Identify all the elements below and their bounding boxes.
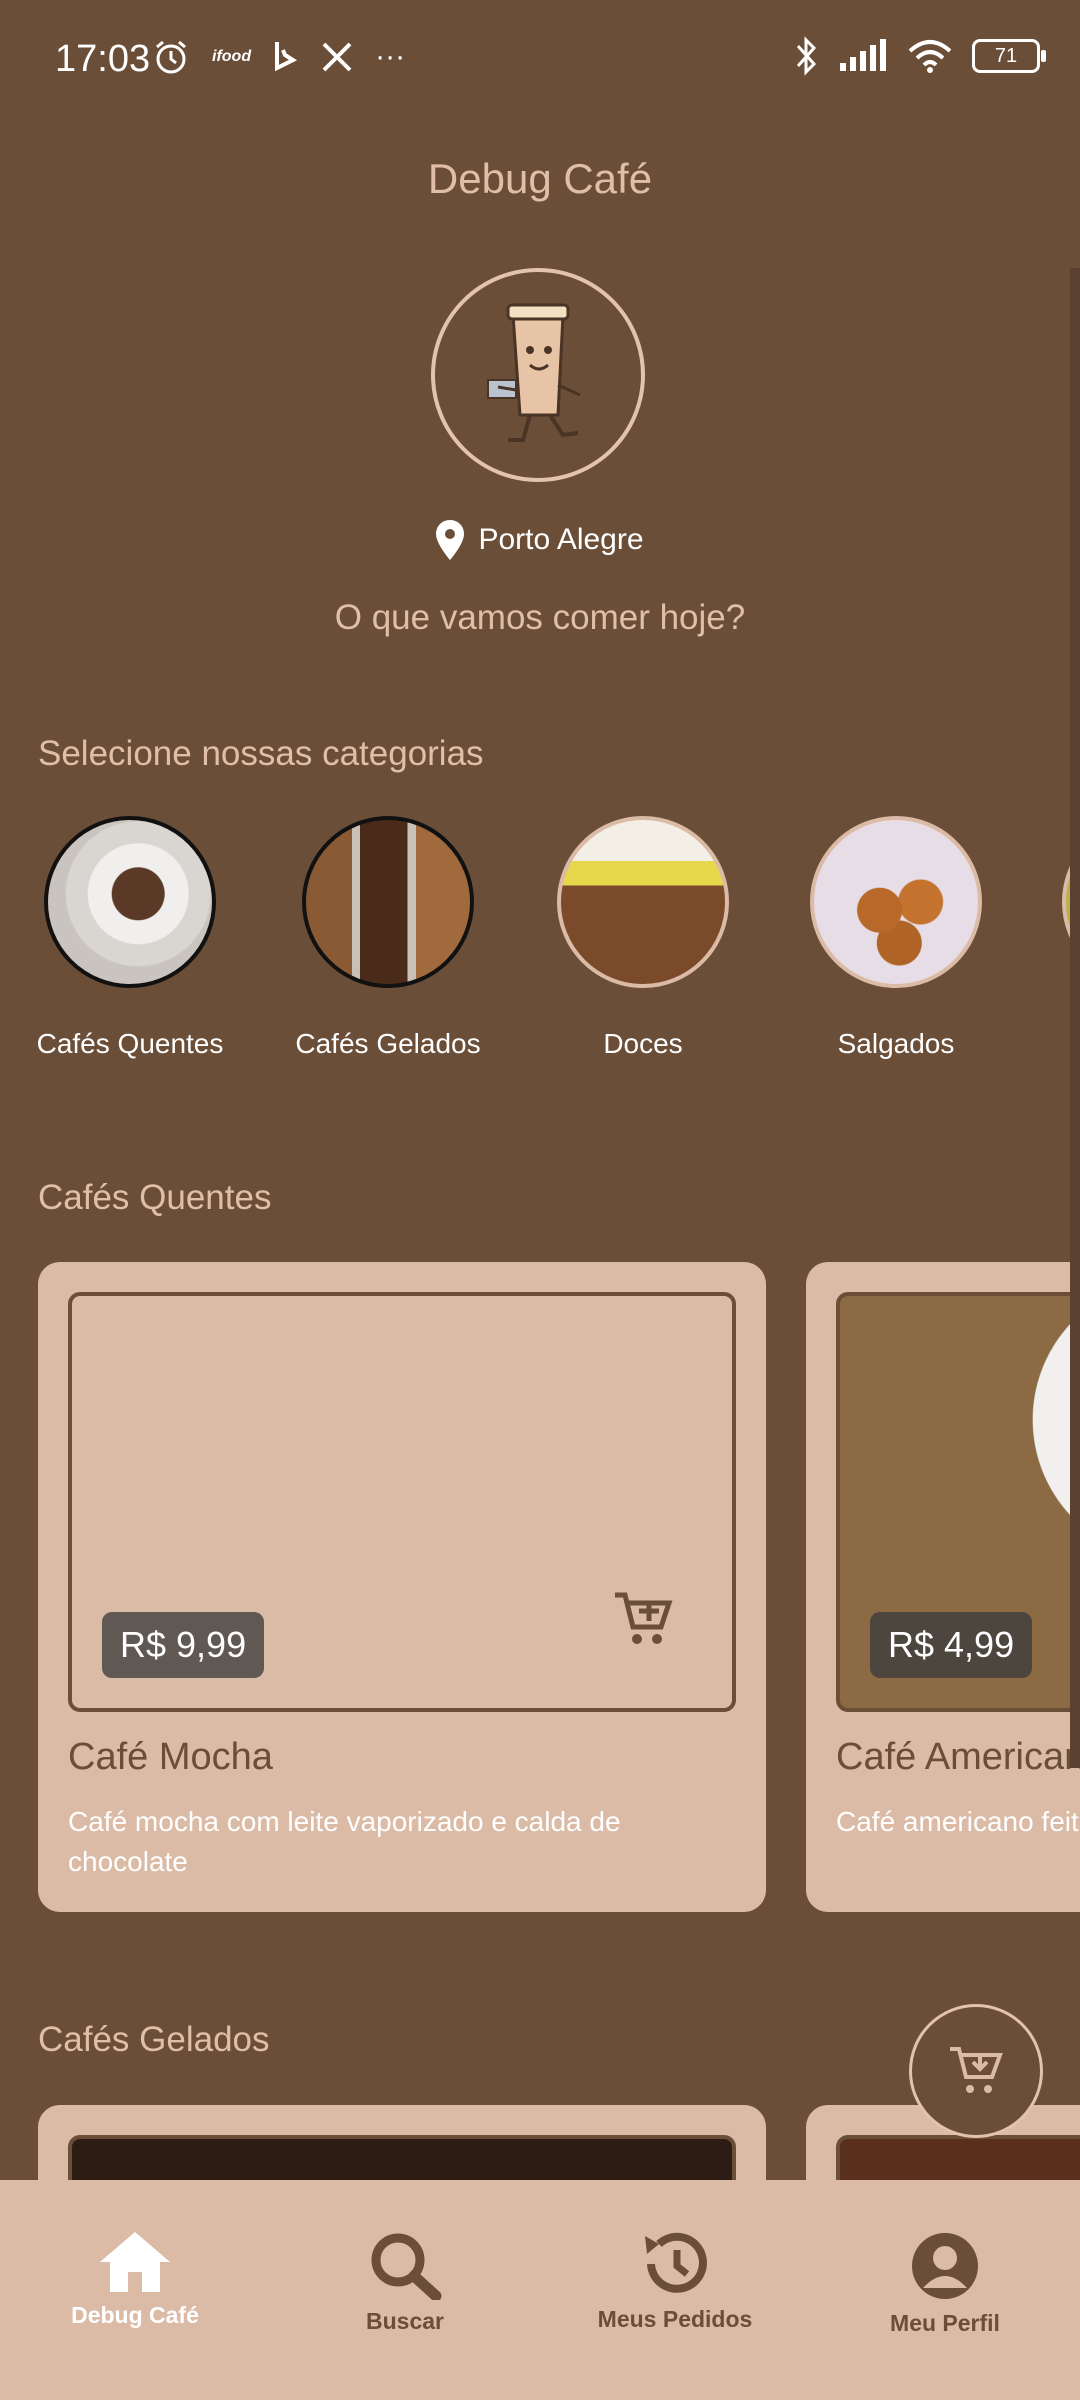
nav-label: Debug Café	[71, 2302, 199, 2328]
product-name: Café Americano	[836, 1736, 1080, 1778]
product-card[interactable]: R$ 4,99 Café Americano Café americano fe…	[806, 1262, 1080, 1912]
bing-icon	[275, 42, 298, 72]
history-icon	[645, 2232, 707, 2293]
status-time: 17:03	[55, 38, 151, 80]
bottom-navigation: Debug Café Buscar Meus Pedidos Meu Perfi…	[0, 2180, 1080, 2400]
product-image: R$ 4,99	[836, 1292, 1080, 1712]
product-card[interactable]: R$ 9,99 Café Mocha Café mocha com leite …	[38, 1262, 766, 1912]
iced-coffees-title: Cafés Gelados	[38, 2020, 270, 2059]
category-label: Cafés Quentes	[36, 1028, 224, 1059]
product-name: Café Mocha	[68, 1736, 273, 1778]
sweets-image	[557, 816, 729, 988]
system-icons: 71	[794, 36, 1046, 76]
alarm-icon	[156, 40, 186, 74]
bluetooth-icon	[796, 36, 817, 76]
category-cafes-quentes[interactable]: Cafés Quentes	[30, 816, 230, 1060]
add-to-cart-button[interactable]	[584, 1560, 702, 1678]
battery-level: 71	[994, 44, 1018, 67]
x-icon	[322, 42, 352, 72]
category-label: Doces	[603, 1028, 683, 1059]
hot-coffee-image	[44, 816, 216, 988]
iced-coffee-image	[302, 816, 474, 988]
nav-search[interactable]: Buscar	[270, 2180, 540, 2400]
search-icon	[371, 2233, 442, 2300]
cart-download-icon	[950, 2047, 1003, 2093]
mascot-logo	[431, 268, 645, 482]
welcome-question: O que vamos comer hoje?	[334, 598, 746, 637]
price-tag: R$ 9,99	[102, 1612, 265, 1678]
category-label: Cafés Gelados	[295, 1028, 481, 1059]
cart-fab-button[interactable]	[909, 2004, 1043, 2138]
categories-title: Selecione nossas categorias	[38, 734, 484, 773]
app-title: Debug Café	[427, 155, 653, 202]
profile-icon	[912, 2233, 978, 2299]
home-icon	[100, 2232, 170, 2292]
notification-icons: ifood ···	[152, 38, 405, 76]
hot-coffees-title: Cafés Quentes	[38, 1178, 272, 1217]
category-cafes-gelados[interactable]: Cafés Gelados	[288, 816, 488, 1060]
savory-image	[810, 816, 982, 988]
price-tag: R$ 4,99	[870, 1612, 1033, 1678]
product-description: Café americano feito	[836, 1806, 1080, 1837]
more-notifications-icon: ···	[375, 40, 406, 73]
location-pin-icon	[436, 520, 465, 560]
category-label: Salgados	[837, 1028, 955, 1059]
product-description: Café mocha com leite vaporizado e calda …	[68, 1806, 621, 1877]
battery-icon: 71	[972, 39, 1046, 73]
coffee-mascot-icon	[487, 303, 581, 442]
location[interactable]: Porto Alegre	[0, 520, 1080, 560]
ifood-icon: ifood	[212, 48, 252, 65]
nav-label: Meus Pedidos	[597, 2306, 753, 2332]
product-image: R$ 9,99	[68, 1292, 736, 1712]
nav-label: Meu Perfil	[890, 2310, 1000, 2336]
category-doces[interactable]: Doces	[543, 816, 743, 1060]
wifi-icon	[908, 40, 952, 73]
signal-icon	[840, 39, 886, 71]
add-cart-icon	[615, 1592, 673, 1644]
nav-orders[interactable]: Meus Pedidos	[540, 2180, 810, 2400]
nav-profile[interactable]: Meu Perfil	[810, 2180, 1080, 2400]
nav-home[interactable]: Debug Café	[0, 2180, 270, 2400]
status-bar: 17:03 ifood ··· 71	[0, 0, 1080, 120]
scrollbar[interactable]	[1070, 268, 1080, 1768]
category-salgados[interactable]: Salgados	[796, 816, 996, 1060]
nav-label: Buscar	[366, 2308, 444, 2334]
location-text: Porto Alegre	[478, 523, 644, 556]
